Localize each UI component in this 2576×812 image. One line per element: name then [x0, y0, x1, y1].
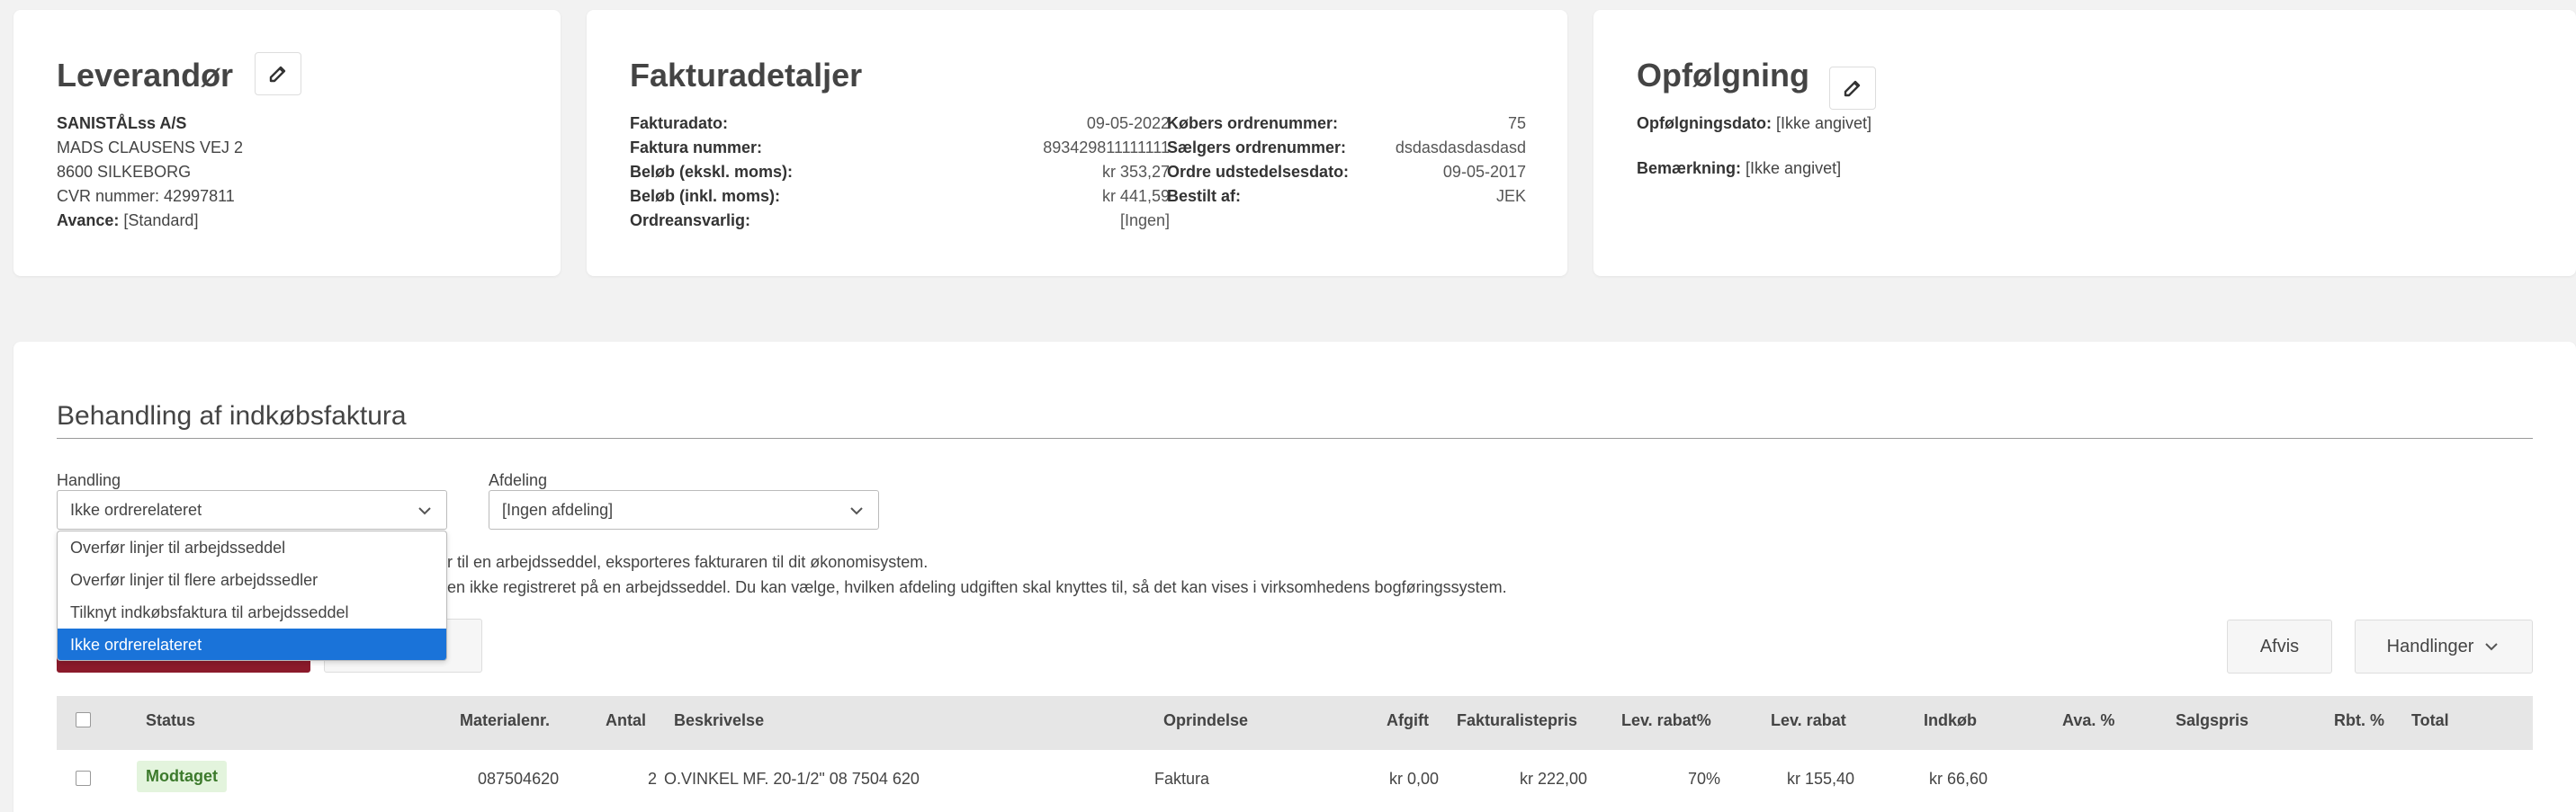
followup-note-label: Bemærkning:	[1637, 159, 1742, 177]
actions-button-label: Handlinger	[2386, 636, 2474, 656]
col-discount-pct[interactable]: Lev. rabat%	[1621, 711, 1711, 730]
col-origin[interactable]: Oprindelse	[1163, 711, 1248, 730]
department-select-value: [Ingen afdeling]	[502, 500, 614, 519]
invoice-left-value: 09-05-2022	[1086, 114, 1170, 132]
col-sale-price[interactable]: Salgspris	[2176, 711, 2248, 730]
cvr-label: CVR nummer:	[57, 187, 160, 205]
supplier-name: SANISTÅLss A/S	[57, 114, 187, 132]
invoice-right-value: 09-05-2017	[1442, 163, 1526, 181]
action-dropdown-menu: Overfør linjer til arbejdsseddel Overfør…	[57, 531, 447, 661]
supplier-cvr: CVR nummer: 42997811	[57, 187, 235, 206]
invoice-right-label: Bestilt af:	[1167, 187, 1242, 205]
invoice-left-value: 893429811111111	[1043, 138, 1170, 156]
processing-title: Behandling af indkøbsfaktura	[57, 401, 407, 431]
row-list-price: kr 222,00	[1520, 770, 1588, 788]
action-select-value: Ikke ordrerelateret	[70, 500, 202, 519]
table-header	[57, 696, 2533, 750]
invoice-left-label: Faktura nummer:	[630, 138, 763, 156]
col-discount-rbt[interactable]: Rbt. %	[2334, 711, 2384, 730]
followup-date-label: Opfølgningsdato:	[1637, 114, 1772, 132]
invoice-title: Fakturadetaljer	[630, 57, 863, 94]
supplier-card: Leverandør SANISTÅLss A/S MADS CLAUSENS …	[13, 10, 561, 276]
department-select[interactable]: [Ingen afdeling]	[489, 490, 879, 530]
chevron-down-icon	[850, 507, 863, 515]
supplier-address2: 8600 SILKEBORG	[57, 163, 192, 181]
followup-card: Opfølgning Opfølgningsdato: [Ikke angive…	[1593, 10, 2576, 276]
reject-button[interactable]: Afvis	[2227, 620, 2332, 674]
invoice-left-label: Beløb (ekskl. moms):	[630, 163, 794, 181]
row-discount-pct: 70%	[1688, 770, 1721, 788]
col-status[interactable]: Status	[146, 711, 195, 730]
info-line-2: iften ikke registreret på en arbejdssedd…	[435, 578, 1507, 596]
markup-label: Avance:	[57, 211, 120, 229]
invoice-left-label: Beløb (inkl. moms):	[630, 187, 781, 205]
row-fee: kr 0,00	[1389, 770, 1440, 788]
invoice-right-value: JEK	[1495, 187, 1526, 205]
col-qty[interactable]: Antal	[606, 711, 646, 730]
col-list-price[interactable]: Fakturalistepris	[1457, 711, 1577, 730]
followup-title: Opfølgning	[1637, 57, 1809, 94]
supplier-markup: Avance: [Standard]	[57, 211, 198, 230]
supplier-edit-button[interactable]	[255, 52, 301, 95]
status-badge: Modtaget	[137, 761, 227, 792]
select-all-checkbox[interactable]	[76, 712, 91, 727]
row-qty: 2	[648, 770, 658, 788]
followup-edit-button[interactable]	[1829, 67, 1876, 110]
action-label: Handling	[57, 471, 121, 489]
pencil-icon	[1844, 80, 1861, 97]
supplier-address1: MADS CLAUSENS VEJ 2	[57, 138, 244, 156]
col-markup-pct[interactable]: Ava. %	[2062, 711, 2114, 730]
row-discount: kr 155,40	[1787, 770, 1855, 788]
invoice-right-value: dsdasdasdasdasd	[1395, 138, 1526, 156]
col-discount[interactable]: Lev. rabat	[1771, 711, 1846, 730]
row-purchase: kr 66,60	[1929, 770, 1988, 788]
dropdown-option[interactable]: Tilknyt indkøbsfaktura til arbejdsseddel	[58, 596, 446, 629]
info-line-1: jer til en arbejdsseddel, eksporteres fa…	[435, 553, 929, 571]
actions-button[interactable]: Handlinger	[2355, 620, 2533, 674]
action-select[interactable]: Ikke ordrerelateret	[57, 490, 447, 530]
row-checkbox[interactable]	[76, 771, 91, 786]
invoice-left-label: Fakturadato:	[630, 114, 729, 132]
col-material[interactable]: Materialenr.	[460, 711, 550, 730]
dropdown-option[interactable]: Overfør linjer til flere arbejdssedler	[58, 564, 446, 596]
invoice-left-value: kr 353,27	[1101, 163, 1170, 181]
invoice-card: Fakturadetaljer Fakturadato: 09-05-2022 …	[587, 10, 1567, 276]
supplier-title: Leverandør	[57, 57, 234, 94]
invoice-left-value: kr 441,59	[1101, 187, 1170, 205]
row-material: 087504620	[478, 770, 560, 788]
invoice-left-value: [Ingen]	[1119, 211, 1170, 229]
row-description: O.VINKEL MF. 20-1/2" 08 7504 620	[664, 770, 920, 788]
col-description[interactable]: Beskrivelse	[674, 711, 764, 730]
chevron-down-icon	[2485, 643, 2499, 651]
followup-note-value: [Ikke angivet]	[1746, 159, 1842, 177]
followup-date: Opfølgningsdato: [Ikke angivet]	[1637, 114, 1871, 133]
invoice-left-label: Ordreansvarlig:	[630, 211, 751, 229]
dropdown-option-selected[interactable]: Ikke ordrerelateret	[58, 629, 446, 660]
chevron-down-icon	[418, 507, 431, 515]
markup-value: [Standard]	[123, 211, 199, 229]
pencil-icon	[269, 66, 286, 83]
col-total[interactable]: Total	[2411, 711, 2449, 730]
invoice-right-value: 75	[1507, 114, 1526, 132]
dropdown-option[interactable]: Overfør linjer til arbejdsseddel	[58, 531, 446, 564]
followup-note: Bemærkning: [Ikke angivet]	[1637, 159, 1841, 178]
followup-date-value: [Ikke angivet]	[1775, 114, 1872, 132]
row-origin: Faktura	[1154, 770, 1210, 788]
processing-divider	[57, 438, 2533, 439]
cvr-value: 42997811	[164, 187, 235, 205]
department-label: Afdeling	[489, 471, 548, 489]
col-purchase[interactable]: Indkøb	[1924, 711, 1977, 730]
col-fee[interactable]: Afgift	[1387, 711, 1429, 730]
